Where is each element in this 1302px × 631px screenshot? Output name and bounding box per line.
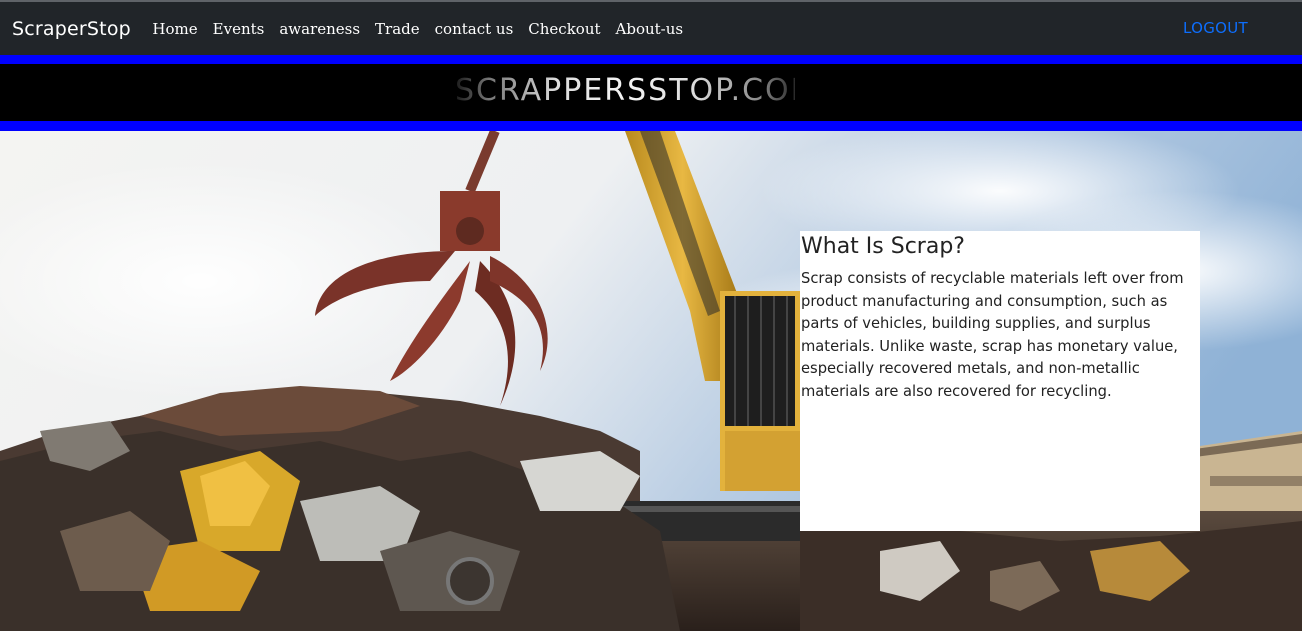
brand-logo[interactable]: ScraperStop [12,18,131,40]
nav-link-checkout[interactable]: Checkout [528,20,600,38]
nav-link-contact[interactable]: contact us [435,20,514,38]
top-navbar: ScraperStop Home Events awareness Trade … [0,0,1302,55]
what-is-scrap-card: What Is Scrap? Scrap consists of recycla… [800,231,1200,531]
nav-link-events[interactable]: Events [213,20,265,38]
marquee-banner: SCRAPPERSSTOP.COM [0,55,1302,131]
card-title: What Is Scrap? [801,234,965,259]
card-body: Scrap consists of recyclable materials l… [801,270,1184,400]
nav-link-about[interactable]: About-us [616,20,684,38]
nav-links: Home Events awareness Trade contact us C… [145,20,691,38]
marquee-text: SCRAPPERSSTOP.COM [455,73,795,108]
logout-link[interactable]: LOGOUT [1183,19,1248,37]
nav-link-trade[interactable]: Trade [375,20,420,38]
nav-link-home[interactable]: Home [152,20,197,38]
nav-link-awareness[interactable]: awareness [279,20,360,38]
